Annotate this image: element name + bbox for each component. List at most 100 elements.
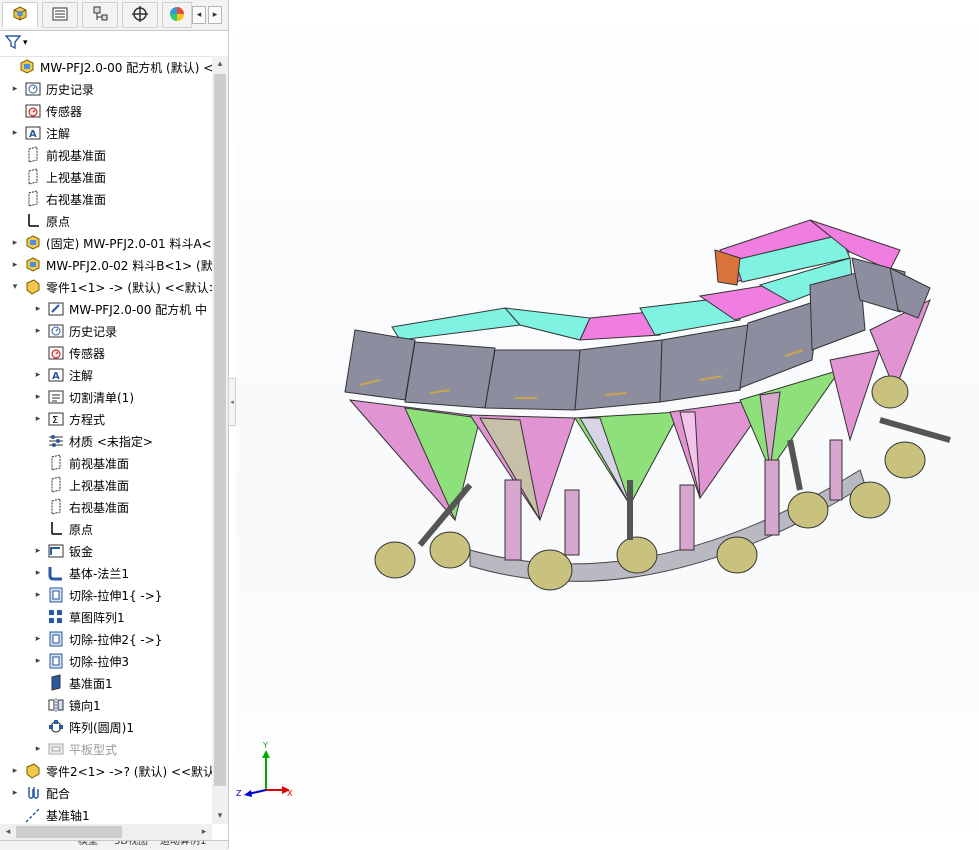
tree-item[interactable]: ▸ 基体-法兰1 bbox=[36, 562, 129, 584]
tree-item-label: 零件2<1> ->? (默认) <<默认 bbox=[46, 764, 212, 779]
tree-item-label: 原点 bbox=[46, 214, 71, 229]
tab-3d-views[interactable]: 3D视图 bbox=[114, 841, 148, 849]
tree-item-label: 历史记录 bbox=[69, 324, 118, 339]
tree-item[interactable]: 传感器 bbox=[47, 342, 105, 364]
expand-arrow-icon[interactable]: ▸ bbox=[33, 738, 43, 760]
triad-y-label: Y bbox=[262, 741, 268, 750]
expand-arrow-icon[interactable]: ▸ bbox=[33, 408, 43, 430]
tree-item[interactable]: ▸ 切除-拉伸2{ ->} bbox=[36, 628, 162, 650]
tree-vertical-scrollbar[interactable]: ▴ ▾ bbox=[212, 56, 228, 824]
tree-item[interactable]: 原点 bbox=[24, 210, 70, 232]
tree-item[interactable]: 前视基准面 bbox=[24, 144, 106, 166]
tab-feature-manager[interactable] bbox=[2, 2, 38, 28]
tree-item[interactable]: 材质 <未指定> bbox=[47, 430, 153, 452]
tree-item[interactable]: 草图阵列1 bbox=[47, 606, 125, 628]
plane-icon bbox=[47, 498, 65, 516]
tree-item-label: 原点 bbox=[69, 522, 94, 537]
tree-item[interactable]: ▸ 切除-拉伸3 bbox=[36, 650, 129, 672]
expand-arrow-icon[interactable]: ▸ bbox=[10, 760, 20, 782]
tree-item-label: 上视基准面 bbox=[69, 478, 130, 493]
tree-item[interactable]: 镜向1 bbox=[47, 694, 101, 716]
expand-arrow-icon[interactable]: ▸ bbox=[10, 254, 20, 276]
tree-item[interactable]: 阵列(圆周)1 bbox=[47, 716, 134, 738]
tab-configuration-manager[interactable] bbox=[82, 2, 118, 28]
tree-item[interactable]: 前视基准面 bbox=[47, 452, 129, 474]
tab-motion-study[interactable]: 运动算例1 bbox=[160, 841, 206, 849]
expand-arrow-icon[interactable]: ▸ bbox=[33, 584, 43, 606]
filter-button[interactable]: ▾ bbox=[4, 33, 34, 53]
expand-arrow-icon[interactable]: ▸ bbox=[33, 650, 43, 672]
tree-item-label: MW-PFJ2.0-00 配方机 中 bbox=[69, 302, 208, 317]
tree-item[interactable]: ▸ 切割清单(1) bbox=[36, 386, 134, 408]
scrollbar-thumb[interactable] bbox=[16, 826, 122, 838]
expand-arrow-icon[interactable]: ▸ bbox=[33, 320, 43, 342]
tree-item[interactable]: ▸ 配合 bbox=[13, 782, 70, 804]
expand-arrow-icon[interactable]: ▸ bbox=[10, 78, 20, 100]
scroll-right-arrow-icon[interactable]: ▸ bbox=[196, 824, 212, 840]
tree-item[interactable]: ▸ Σ 方程式 bbox=[36, 408, 106, 430]
view-triad[interactable]: Y X Z bbox=[236, 740, 296, 802]
tree-item[interactable]: ▸ 零件2<1> ->? (默认) <<默认 bbox=[13, 760, 212, 782]
scroll-down-arrow-icon[interactable]: ▾ bbox=[212, 808, 228, 824]
tree-item-label: 方程式 bbox=[69, 412, 106, 427]
panel-collapse-handle[interactable]: ◂ bbox=[228, 378, 236, 426]
flat-pattern-icon bbox=[47, 740, 65, 758]
tree-item[interactable]: 上视基准面 bbox=[47, 474, 129, 496]
tree-item-label: 草图阵列1 bbox=[69, 610, 125, 625]
tab-property-manager[interactable] bbox=[42, 2, 78, 28]
mates-icon bbox=[24, 784, 42, 802]
expand-arrow-icon[interactable]: ▸ bbox=[33, 364, 43, 386]
scroll-up-arrow-icon[interactable]: ▴ bbox=[212, 56, 228, 72]
tree-item-label: 注解 bbox=[46, 126, 71, 141]
tree-item[interactable]: ▸ (固定) MW-PFJ2.0-01 料斗A< bbox=[13, 232, 212, 254]
tree-item[interactable]: 基准轴1 bbox=[24, 804, 90, 824]
tree-item[interactable]: 基准面1 bbox=[47, 672, 113, 694]
tree-item[interactable]: 原点 bbox=[47, 518, 93, 540]
tree-item[interactable]: ▸ MW-PFJ2.0-02 料斗B<1> (默 bbox=[13, 254, 212, 276]
expand-arrow-icon[interactable]: ▸ bbox=[10, 782, 20, 804]
plane-icon bbox=[24, 190, 42, 208]
material-icon bbox=[47, 432, 65, 450]
scroll-left-arrow-icon[interactable]: ◂ bbox=[0, 824, 16, 840]
expand-arrow-icon[interactable]: ▸ bbox=[10, 232, 20, 254]
tree-item[interactable]: ▸ 平板型式 bbox=[36, 738, 117, 760]
collapse-arrow-icon[interactable]: ▾ bbox=[10, 276, 20, 298]
expand-arrow-icon[interactable]: ▸ bbox=[33, 628, 43, 650]
tree-item[interactable]: 上视基准面 bbox=[24, 166, 106, 188]
tree-horizontal-scrollbar[interactable]: ◂ ▸ bbox=[0, 824, 212, 840]
tree-item[interactable]: ▸ 历史记录 bbox=[13, 78, 94, 100]
tree-item[interactable]: ▸ 切除-拉伸1{ ->} bbox=[36, 584, 162, 606]
tree-item[interactable]: ▸ 历史记录 bbox=[36, 320, 118, 342]
expand-arrow-icon[interactable]: ▸ bbox=[33, 386, 43, 408]
tab-scroll-right-button[interactable]: ▸ bbox=[208, 6, 222, 24]
tree-item-label: 镜向1 bbox=[69, 698, 101, 713]
tree-item-label: MW-PFJ2.0-02 料斗B<1> (默 bbox=[46, 258, 212, 273]
tab-display-manager[interactable] bbox=[162, 2, 192, 28]
tree-item[interactable]: 右视基准面 bbox=[47, 496, 129, 518]
tree-item[interactable]: 传感器 bbox=[24, 100, 82, 122]
sketch-pattern-icon bbox=[47, 608, 65, 626]
annotation-icon: A bbox=[24, 124, 42, 142]
tree-item-label: 右视基准面 bbox=[46, 192, 107, 207]
tree-item[interactable]: MW-PFJ2.0-00 配方机 (默认) <显 bbox=[18, 56, 212, 78]
tab-dimxpert-manager[interactable] bbox=[122, 2, 158, 28]
assembly-model[interactable] bbox=[236, 0, 979, 849]
graphics-area[interactable]: Y X Z bbox=[236, 0, 979, 849]
feature-tree: MW-PFJ2.0-00 配方机 (默认) <显 ▸ 历史记录 传感器 ▸ A 注解 前视基准… bbox=[0, 56, 212, 824]
tab-scroll-left-button[interactable]: ◂ bbox=[192, 6, 206, 24]
part-icon bbox=[24, 278, 42, 296]
expand-arrow-icon[interactable]: ▸ bbox=[10, 122, 20, 144]
tree-item[interactable]: ▾ 零件1<1> -> (默认) <<默认> bbox=[13, 276, 212, 298]
tree-item[interactable]: ▸ A 注解 bbox=[36, 364, 93, 386]
tab-model[interactable]: 模型 bbox=[78, 841, 98, 849]
expand-arrow-icon[interactable]: ▸ bbox=[33, 562, 43, 584]
scrollbar-thumb[interactable] bbox=[214, 74, 226, 786]
tree-item[interactable]: ▸ A 注解 bbox=[13, 122, 71, 144]
sensor-icon bbox=[47, 344, 65, 362]
tree-item[interactable]: ▸ MW-PFJ2.0-00 配方机 中 bbox=[36, 298, 208, 320]
tree-item[interactable]: 右视基准面 bbox=[24, 188, 106, 210]
expand-arrow-icon[interactable]: ▸ bbox=[33, 540, 43, 562]
tree-item-label: 基准面1 bbox=[69, 676, 113, 691]
expand-arrow-icon[interactable]: ▸ bbox=[33, 298, 43, 320]
tree-item[interactable]: ▸ 钣金 bbox=[36, 540, 93, 562]
